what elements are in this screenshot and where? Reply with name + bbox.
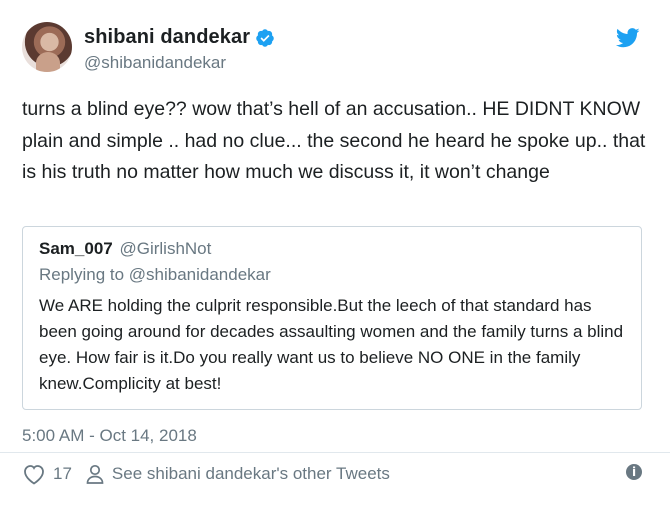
quoted-tweet-display-name: Sam_007 — [39, 239, 113, 258]
author-name-row[interactable]: shibani dandekar — [84, 26, 275, 49]
see-other-tweets-link[interactable]: See shibani dandekar's other Tweets — [112, 464, 390, 484]
tweet-text: turns a blind eye?? wow that’s hell of a… — [22, 98, 646, 183]
author-handle[interactable]: @shibanidandekar — [84, 53, 226, 73]
quoted-tweet-text: We ARE holding the culprit responsible.B… — [39, 296, 624, 393]
quoted-tweet-handle: @GirlishNot — [119, 239, 212, 258]
tweet-timestamp[interactable]: 5:00 AM - Oct 14, 2018 — [22, 426, 197, 446]
like-count[interactable]: 17 — [53, 464, 72, 484]
person-icon — [86, 464, 104, 484]
author-display-name[interactable]: shibani dandekar — [84, 26, 250, 49]
twitter-bird-icon[interactable] — [616, 28, 640, 48]
avatar[interactable] — [22, 22, 72, 72]
quoted-tweet-card[interactable]: Sam_007 @GirlishNot Replying to @shibani… — [22, 226, 642, 410]
verified-badge-icon — [256, 28, 274, 47]
quoted-tweet-reply-context: Replying to @shibanidandekar — [39, 265, 271, 284]
tweet-header: shibani dandekar @shibanidandekar — [22, 22, 648, 78]
divider — [0, 452, 670, 453]
quoted-tweet-author: Sam_007 @GirlishNot — [39, 239, 211, 259]
tweet-actions: 17 See shibani dandekar's other Tweets — [22, 460, 390, 488]
heart-icon[interactable] — [22, 463, 46, 485]
info-icon[interactable]: i — [626, 464, 642, 480]
